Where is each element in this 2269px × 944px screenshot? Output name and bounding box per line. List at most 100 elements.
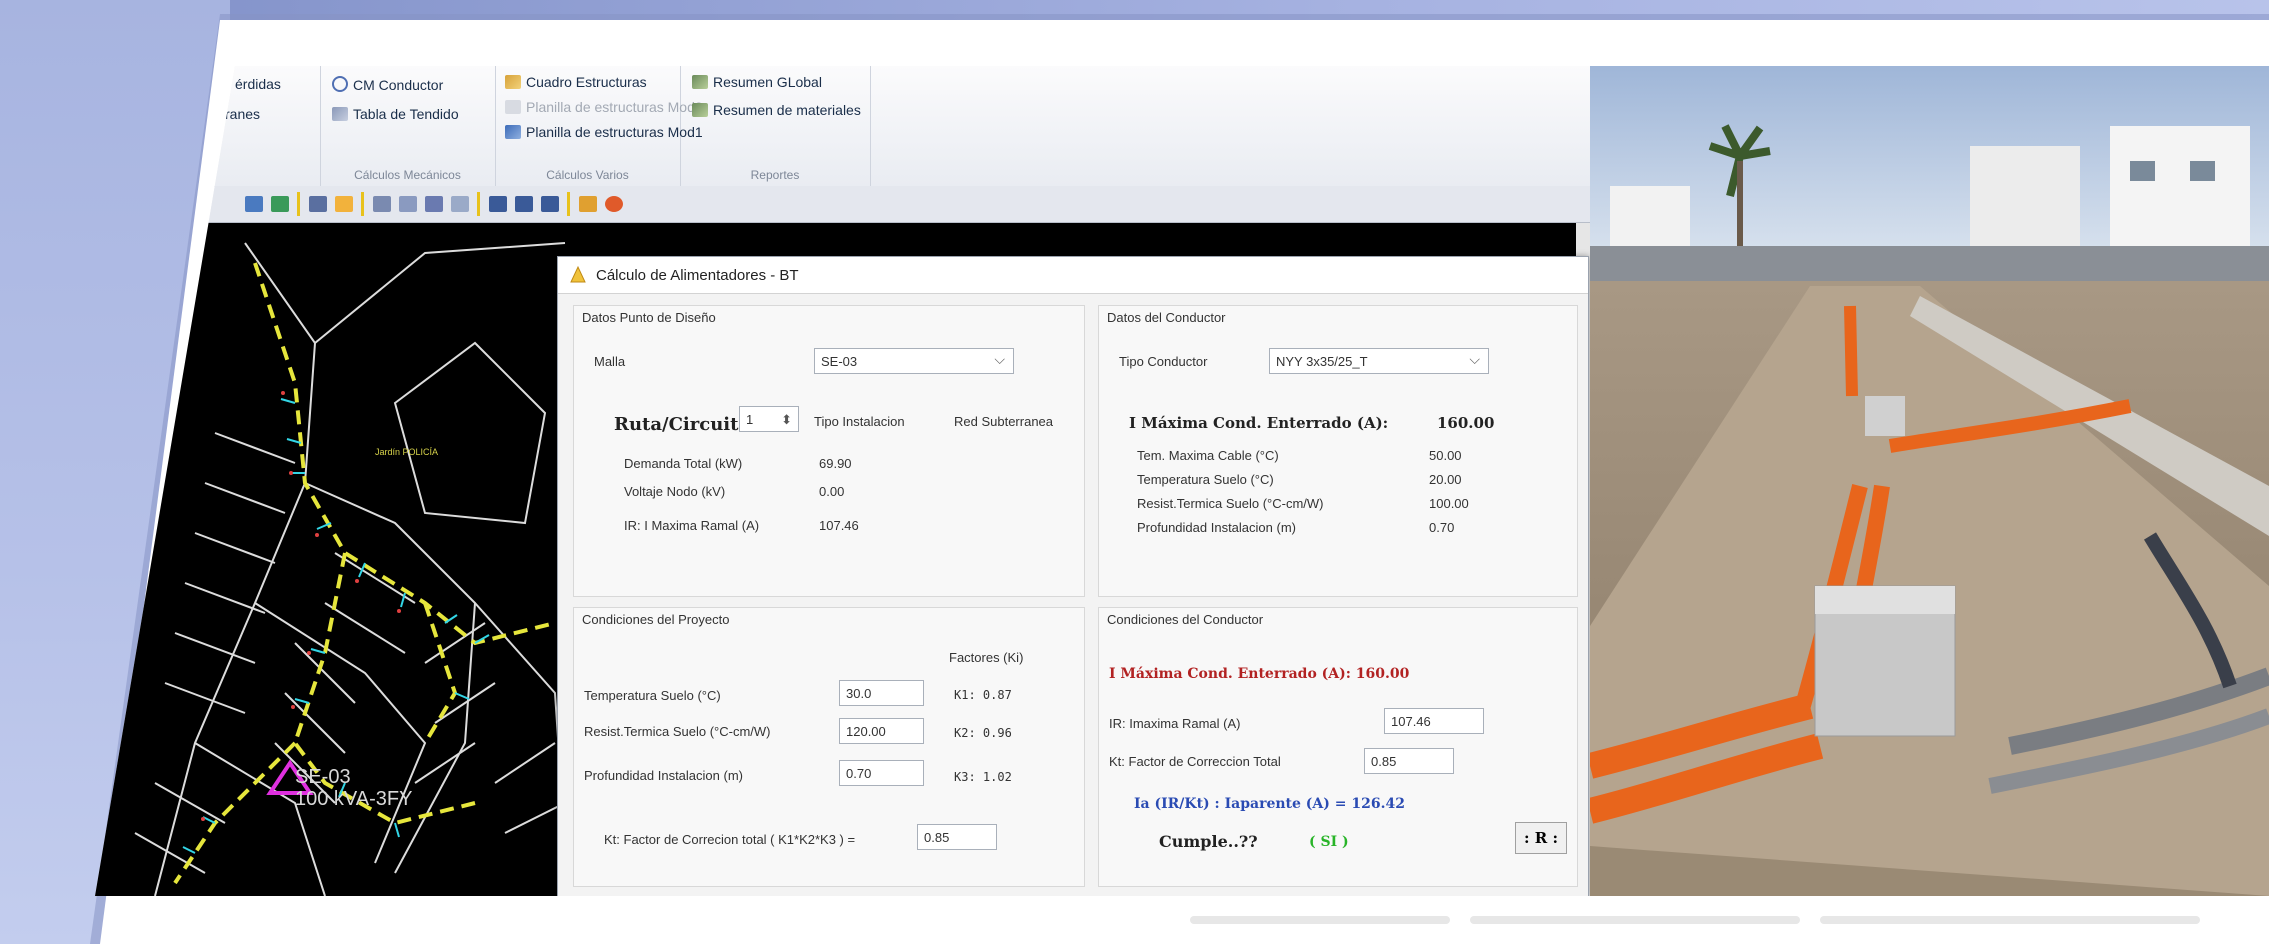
resumen-materiales-icon — [692, 103, 708, 117]
tool-node-icon[interactable] — [373, 196, 391, 212]
group-condiciones-label: Condiciones del Conductor — [1107, 612, 1264, 627]
condiciones-imax-text: I Máxima Cond. Enterrado (A): 160.00 — [1109, 666, 1410, 682]
cumple-label: Cumple..?? — [1159, 832, 1258, 851]
ribbon-group-mecanicos: CM Conductor Tabla de Tendido Cálculos M… — [320, 66, 496, 186]
tool-branch-icon[interactable] — [451, 196, 469, 212]
planilla-mod1-icon — [505, 125, 521, 139]
toolbar-separator — [361, 192, 364, 216]
temp-suelo-label: Temperatura Suelo (°C) — [1137, 472, 1274, 487]
ribbon-caption-varios: Cálculos Varios — [546, 168, 629, 182]
ribbon-item-perdidas[interactable]: érdidas — [235, 76, 281, 92]
condiciones-ir-label: IR: Imaxima Ramal (A) — [1109, 716, 1241, 731]
planilla-mod1-button[interactable]: Planilla de estructuras Mod1 — [505, 124, 703, 140]
construction-photo — [1590, 66, 2269, 896]
group-conductor-label: Datos del Conductor — [1107, 310, 1226, 325]
toolbar-separator — [297, 192, 300, 216]
factor-k2: K2: 0.96 — [954, 726, 1012, 740]
planilla-mod2-button[interactable]: Planilla de estructuras Mod2 — [505, 99, 703, 115]
temp-suelo-value: 20.00 — [1429, 472, 1462, 487]
proyecto-temp-input[interactable]: 30.0 — [839, 680, 924, 706]
toolbar-separator — [477, 192, 480, 216]
tool-draw-icon[interactable] — [335, 196, 353, 212]
tool-link-icon[interactable] — [425, 196, 443, 212]
proyecto-profundidad-input[interactable]: 0.70 — [839, 760, 924, 786]
r-button[interactable]: : R : — [1515, 822, 1567, 854]
tipo-conductor-label: Tipo Conductor — [1119, 354, 1208, 369]
resumen-global-button[interactable]: Resumen GLobal — [692, 74, 822, 90]
dialog-title: Cálculo de Alimentadores - BT — [596, 267, 799, 284]
cm-conductor-icon — [332, 76, 348, 92]
ia-aparente-text: Ia (IR/Kt) : Iaparente (A) = 126.42 — [1134, 796, 1405, 812]
ribbon-item-planos[interactable]: ranes — [225, 106, 260, 122]
cuadro-estructuras-label: Cuadro Estructuras — [526, 74, 647, 90]
proyecto-resist-label: Resist.Termica Suelo (°C-cm/W) — [584, 724, 771, 739]
tipo-instalacion-value: Red Subterranea — [954, 414, 1054, 429]
trench-photo-illustration — [1590, 66, 2269, 896]
resumen-global-label: Resumen GLobal — [713, 74, 822, 90]
cm-conductor-label: CM Conductor — [353, 77, 444, 93]
group-punto-diseno: Datos Punto de Diseño Malla SE-03 Ruta/C… — [573, 305, 1085, 597]
tem-maxima-label: Tem. Maxima Cable (°C) — [1137, 448, 1279, 463]
software-screenshot: érdidas ranes CM Conductor Tabla de Tend… — [95, 66, 1590, 896]
resist-termica-value: 100.00 — [1429, 496, 1469, 511]
caption-text-placeholder — [1820, 916, 2200, 924]
kt-total-input[interactable]: 0.85 — [917, 824, 997, 850]
malla-label: Malla — [594, 354, 626, 369]
tool-pin-icon[interactable] — [605, 196, 623, 212]
ir-maxima-value: 107.46 — [819, 518, 859, 533]
ir-maxima-label: IR: I Maxima Ramal (A) — [624, 518, 760, 533]
group-punto-label: Datos Punto de Diseño — [582, 310, 716, 325]
group-condiciones-proyecto: Condiciones del Proyecto Factores (Ki) T… — [573, 607, 1085, 887]
cuadro-estructuras-button[interactable]: Cuadro Estructuras — [505, 74, 647, 90]
group-proyecto-label: Condiciones del Proyecto — [582, 612, 730, 627]
tool-folder-icon[interactable] — [579, 196, 597, 212]
stepper-arrows-icon[interactable]: ⬍ — [781, 407, 792, 433]
condiciones-ir-input[interactable]: 107.46 — [1384, 708, 1484, 734]
cm-conductor-button[interactable]: CM Conductor — [332, 76, 443, 93]
planilla-mod2-label: Planilla de estructuras Mod2 — [526, 99, 703, 115]
cad-street-label: Jardín POLICÍA — [375, 447, 438, 457]
tool-grid-icon[interactable] — [515, 196, 533, 212]
cuadro-estructuras-icon — [505, 75, 521, 89]
toolbar — [95, 186, 1590, 223]
cad-kva-label: 100 kVA-3FY — [295, 788, 412, 810]
ruta-label: Ruta/Circuito — [614, 414, 751, 435]
planilla-mod1-label: Planilla de estructuras Mod1 — [526, 124, 703, 140]
ribbon-group-varios: Cuadro Estructuras Planilla de estructur… — [495, 66, 703, 186]
voltaje-label: Voltaje Nodo (kV) — [624, 484, 726, 499]
resist-termica-label: Resist.Termica Suelo (°C-cm/W) — [1137, 496, 1324, 511]
profundidad-label: Profundidad Instalacion (m) — [1137, 520, 1296, 535]
dialog-titlebar[interactable]: Cálculo de Alimentadores - BT — [558, 257, 1588, 294]
demanda-label: Demanda Total (kW) — [624, 456, 743, 471]
tool-report-icon[interactable] — [541, 196, 559, 212]
ruta-stepper[interactable]: 1 ⬍ — [739, 406, 799, 432]
tabla-tendido-button[interactable]: Tabla de Tendido — [332, 106, 459, 122]
ribbon-group-reportes: Resumen GLobal Resumen de materiales Rep… — [680, 66, 871, 186]
dialog-app-icon — [570, 265, 586, 283]
alimentadores-dialog: Cálculo de Alimentadores - BT Datos Punt… — [557, 256, 1589, 896]
ruta-value: 1 — [746, 412, 754, 427]
demanda-value: 69.90 — [819, 456, 852, 471]
proyecto-profundidad-label: Profundidad Instalacion (m) — [584, 768, 743, 783]
cad-se-label: SE-03 — [295, 766, 351, 788]
tool-select-icon[interactable] — [309, 196, 327, 212]
tabla-tendido-icon — [332, 107, 348, 121]
factores-label: Factores (Ki) — [949, 650, 1024, 665]
ribbon: érdidas ranes CM Conductor Tabla de Tend… — [95, 66, 1590, 187]
tabla-tendido-label: Tabla de Tendido — [353, 106, 459, 122]
caption-text-placeholder — [1470, 916, 1800, 924]
malla-select[interactable]: SE-03 — [814, 346, 1014, 374]
group-condiciones-conductor: Condiciones del Conductor I Máxima Cond.… — [1098, 607, 1578, 887]
tool-arrow-icon[interactable] — [245, 196, 263, 212]
resumen-materiales-button[interactable]: Resumen de materiales — [692, 102, 861, 118]
condiciones-kt-input[interactable]: 0.85 — [1364, 748, 1454, 774]
imax-cond-value: 160.00 — [1437, 414, 1495, 432]
proyecto-resist-input[interactable]: 120.00 — [839, 718, 924, 744]
tool-line-icon[interactable] — [399, 196, 417, 212]
tool-table-icon[interactable] — [489, 196, 507, 212]
planilla-mod2-icon — [505, 100, 521, 114]
tool-move-icon[interactable] — [271, 196, 289, 212]
condiciones-kt-label: Kt: Factor de Correccion Total — [1109, 754, 1281, 769]
tipo-conductor-select[interactable]: NYY 3x35/25_T — [1269, 346, 1489, 374]
resumen-global-icon — [692, 75, 708, 89]
